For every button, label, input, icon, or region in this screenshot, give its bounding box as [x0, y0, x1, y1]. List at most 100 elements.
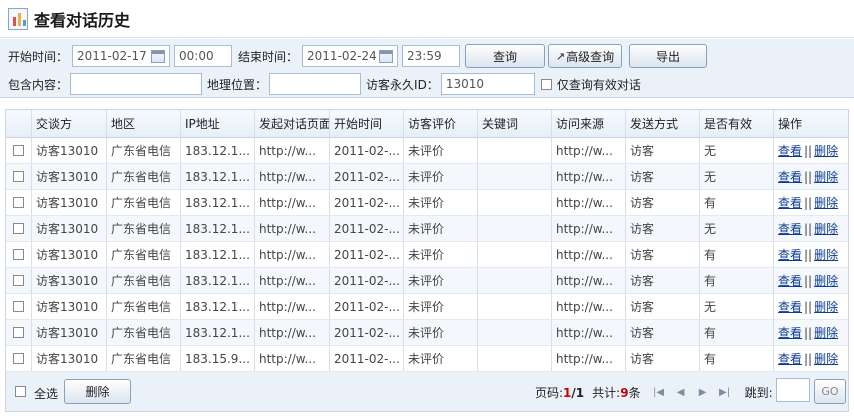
region-cell: 广东省电信	[106, 346, 180, 371]
region-cell: 广东省电信	[106, 268, 180, 293]
column-header[interactable]: 开始时间	[329, 110, 403, 137]
delete-link[interactable]: 删除	[814, 298, 838, 315]
column-header[interactable]: 地区	[106, 110, 180, 137]
row-checkbox[interactable]	[13, 223, 24, 234]
ip-cell: 183.12.1...	[180, 294, 254, 319]
view-link[interactable]: 查看	[778, 220, 802, 237]
view-link[interactable]: 查看	[778, 194, 802, 211]
delete-link[interactable]: 删除	[814, 272, 838, 289]
row-checkbox[interactable]	[13, 301, 24, 312]
start-time-cell: 2011-02-...	[329, 268, 403, 293]
valid-only-checkbox[interactable]	[540, 78, 552, 90]
method-cell: 访客	[625, 164, 699, 189]
page-cell: http://w...	[254, 138, 329, 163]
content-input[interactable]	[70, 73, 203, 95]
method-cell: 访客	[625, 138, 699, 163]
view-link[interactable]: 查看	[778, 298, 802, 315]
row-select-cell	[6, 164, 31, 189]
advanced-query-button[interactable]: ↗ 高级查询	[548, 44, 623, 68]
history-table: 交谈方 地区 IP地址 发起对话页面 开始时间 访客评价 关键词 访问来源 发送…	[5, 109, 849, 372]
keyword-cell	[477, 294, 551, 319]
method-cell: 访客	[625, 294, 699, 319]
action-separator: ||	[804, 195, 813, 210]
select-all-checkbox[interactable]	[15, 386, 26, 397]
start-time-field[interactable]: 00:00	[174, 45, 233, 67]
calendar-icon[interactable]	[379, 49, 394, 63]
delete-link[interactable]: 删除	[814, 324, 838, 341]
column-header[interactable]: 交谈方	[31, 110, 106, 137]
next-page-icon[interactable]: ▶	[697, 387, 709, 399]
start-date-field[interactable]: 2011-02-17	[72, 45, 171, 67]
last-page-icon[interactable]: ▶|	[719, 387, 731, 399]
delete-link[interactable]: 删除	[814, 246, 838, 263]
row-checkbox[interactable]	[13, 353, 24, 364]
end-time-field[interactable]: 23:59	[402, 45, 461, 67]
column-header[interactable]: 访问来源	[551, 110, 625, 137]
actions-cell: 查看 || 删除	[773, 268, 848, 293]
row-checkbox[interactable]	[13, 145, 24, 156]
delete-link[interactable]: 删除	[814, 350, 838, 367]
row-checkbox[interactable]	[13, 327, 24, 338]
end-time-label: 结束时间：	[238, 49, 299, 64]
page-total: 1	[575, 385, 585, 400]
go-button[interactable]: GO	[814, 379, 846, 404]
table-row: 访客13010 广东省电信 183.12.1... http://w... 2011-0…	[6, 268, 848, 294]
region-cell: 广东省电信	[106, 242, 180, 267]
action-separator: ||	[804, 273, 813, 288]
actions-cell: 查看 || 删除	[773, 294, 848, 319]
method-cell: 访客	[625, 320, 699, 345]
page-cell: http://w...	[254, 346, 329, 371]
row-checkbox[interactable]	[13, 249, 24, 260]
query-button[interactable]: 查询	[465, 44, 546, 68]
rating-cell: 未评价	[403, 216, 477, 241]
start-time-cell: 2011-02-...	[329, 190, 403, 215]
actions-cell: 查看 || 删除	[773, 320, 848, 345]
start-time-cell: 2011-02-...	[329, 164, 403, 189]
export-button[interactable]: 导出	[629, 44, 708, 68]
valid-cell: 有	[699, 346, 773, 371]
prev-page-icon[interactable]: ◀	[675, 387, 687, 399]
first-page-icon[interactable]: |◀	[653, 387, 665, 399]
row-select-cell	[6, 320, 31, 345]
source-cell: http://w...	[551, 268, 625, 293]
ip-cell: 183.12.1...	[180, 216, 254, 241]
column-header[interactable]: 发送方式	[625, 110, 699, 137]
visitor-id-input[interactable]: 13010	[440, 73, 535, 95]
chart-document-icon	[8, 7, 28, 30]
view-link[interactable]: 查看	[778, 246, 802, 263]
ip-cell: 183.12.1...	[180, 190, 254, 215]
delete-link[interactable]: 删除	[814, 168, 838, 185]
column-header[interactable]: 访客评价	[403, 110, 477, 137]
delete-link[interactable]: 删除	[814, 220, 838, 237]
valid-cell: 有	[699, 268, 773, 293]
method-cell: 访客	[625, 346, 699, 371]
jump-page-input[interactable]	[776, 378, 810, 402]
row-select-cell	[6, 138, 31, 163]
view-link[interactable]: 查看	[778, 168, 802, 185]
delete-link[interactable]: 删除	[814, 194, 838, 211]
view-link[interactable]: 查看	[778, 324, 802, 341]
party-cell: 访客13010	[31, 346, 106, 371]
keyword-cell	[477, 346, 551, 371]
party-cell: 访客13010	[31, 320, 106, 345]
view-link[interactable]: 查看	[778, 142, 802, 159]
column-header[interactable]: 关键词	[477, 110, 551, 137]
column-header[interactable]: IP地址	[180, 110, 254, 137]
end-date-field[interactable]: 2011-02-24	[302, 45, 399, 67]
column-header[interactable]: 发起对话页面	[254, 110, 329, 137]
table-row: 访客13010 广东省电信 183.12.1... http://w... 2011-0…	[6, 138, 848, 164]
delete-selected-button[interactable]: 删除	[64, 379, 131, 404]
search-cursor-icon: ↗	[555, 49, 566, 63]
action-separator: ||	[804, 221, 813, 236]
party-cell: 访客13010	[31, 294, 106, 319]
view-link[interactable]: 查看	[778, 272, 802, 289]
column-header[interactable]: 是否有效	[699, 110, 773, 137]
row-checkbox[interactable]	[13, 275, 24, 286]
row-checkbox[interactable]	[13, 171, 24, 182]
delete-link[interactable]: 删除	[814, 142, 838, 159]
geo-input[interactable]	[269, 73, 362, 95]
calendar-icon[interactable]	[151, 49, 166, 63]
rating-cell: 未评价	[403, 242, 477, 267]
view-link[interactable]: 查看	[778, 350, 802, 367]
row-checkbox[interactable]	[13, 197, 24, 208]
